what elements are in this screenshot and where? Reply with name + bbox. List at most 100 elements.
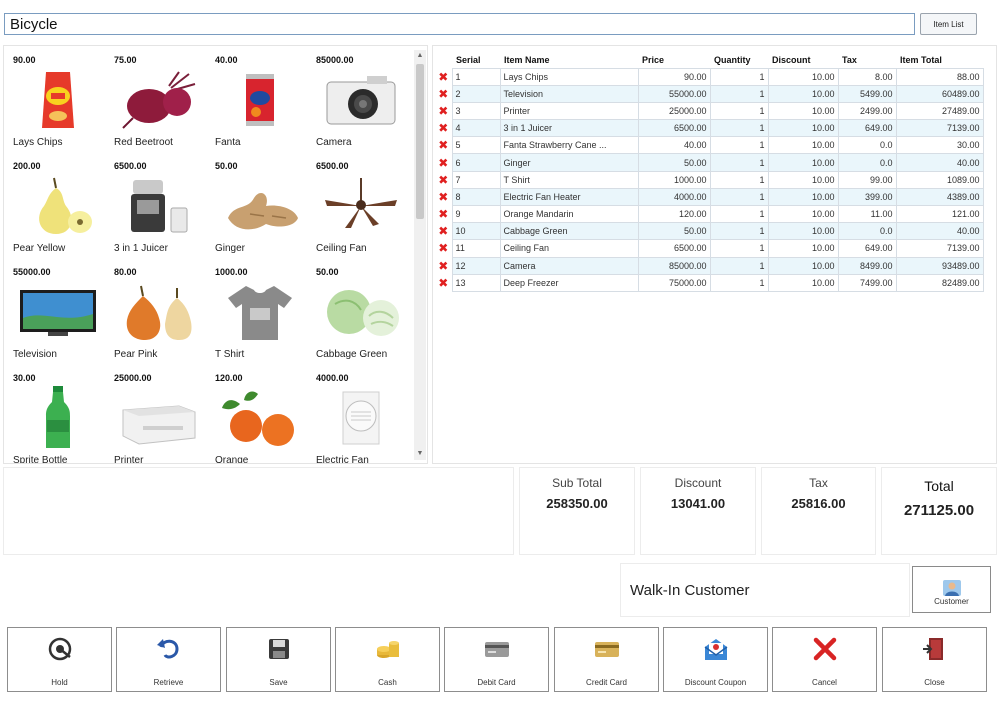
cell-item-name: Electric Fan Heater [499, 187, 639, 207]
cell-price: 50.00 [637, 153, 711, 172]
credit-card-button[interactable]: Credit Card [554, 627, 659, 692]
table-row[interactable]: ✖ 11 Ceiling Fan 6500.00 1 10.00 649.00 7139.00 [435, 239, 984, 258]
retrieve-button[interactable]: Retrieve [116, 627, 221, 692]
delete-row-icon[interactable]: ✖ [438, 207, 448, 221]
product-tile[interactable]: 55000.00 Television [8, 262, 108, 366]
delete-row-icon[interactable]: ✖ [438, 173, 448, 187]
table-row[interactable]: ✖ 12 Camera 85000.00 1 10.00 8499.00 93489.00 [435, 256, 984, 275]
cell-serial: 4 [451, 119, 501, 138]
table-row[interactable]: ✖ 9 Orange Mandarin 120.00 1 10.00 11.00 121.00 [435, 204, 984, 224]
delete-row-icon[interactable]: ✖ [438, 138, 448, 152]
product-tile[interactable]: 25000.00 Printer [109, 368, 209, 463]
table-row[interactable]: ✖ 13 Deep Freezer 75000.00 1 10.00 7499.00 8248… [435, 273, 984, 292]
cancel-button[interactable]: Cancel [772, 627, 877, 692]
delete-row-icon[interactable]: ✖ [438, 224, 448, 238]
product-tile[interactable]: 75.00 Red Beetroot [109, 50, 209, 154]
cell-quantity: 1 [709, 256, 769, 275]
table-row[interactable]: ✖ 3 Printer 25000.00 1 10.00 2499.00 27489.00 [435, 101, 984, 121]
soda-can-icon [246, 74, 274, 126]
delete-cell: ✖ [435, 188, 452, 206]
cell-price: 6500.00 [637, 239, 711, 258]
beetroot-icon [122, 71, 196, 129]
search-input[interactable] [4, 13, 915, 35]
delete-row-icon[interactable]: ✖ [438, 190, 448, 204]
delete-row-icon[interactable]: ✖ [438, 70, 448, 84]
cell-item-total: 121.00 [895, 204, 984, 224]
cell-item-total: 82489.00 [895, 273, 984, 292]
delete-row-icon[interactable]: ✖ [438, 241, 448, 255]
product-tile[interactable]: 30.00 Sprite Bottle [8, 368, 108, 463]
cell-serial: 3 [451, 101, 501, 121]
delete-row-icon[interactable]: ✖ [438, 156, 448, 170]
debit-card-button[interactable]: Debit Card [444, 627, 549, 692]
product-price: 40.00 [215, 55, 238, 65]
order-panel: Serial Item Name Price Quantity Discount… [432, 45, 997, 464]
table-row[interactable]: ✖ 5 Fanta Strawberry Cane ... 40.00 1 10.00 0.… [435, 136, 984, 155]
cell-item-name: Lays Chips [499, 67, 639, 86]
product-tile[interactable]: 120.00 Orange [210, 368, 310, 464]
save-button[interactable]: Save [226, 627, 331, 692]
cell-serial: 10 [451, 222, 501, 241]
delete-cell: ✖ [435, 153, 452, 172]
delete-row-icon[interactable]: ✖ [438, 87, 448, 101]
item-list-button[interactable]: Item List [920, 13, 977, 35]
cell-serial: 11 [451, 239, 501, 258]
product-tile[interactable]: 50.00 Ginger [210, 156, 310, 260]
column-header-quantity: Quantity [714, 54, 751, 65]
column-header-delete [435, 52, 452, 68]
electric-fan-icon [342, 391, 380, 445]
table-row[interactable]: ✖ 8 Electric Fan Heater 4000.00 1 10.00 399.00… [435, 187, 984, 207]
product-tile[interactable]: 90.00 Lays Chips [8, 50, 108, 154]
cell-tax: 99.00 [837, 170, 897, 189]
retrieve-icon [156, 639, 179, 659]
product-tile[interactable]: 1000.00 T Shirt [210, 262, 310, 366]
product-tile[interactable]: 50.00 Cabbage Green [311, 262, 411, 366]
scroll-thumb[interactable] [416, 64, 424, 219]
product-tile[interactable]: 4000.00 Electric Fan [311, 368, 411, 463]
cell-item-name: T Shirt [499, 170, 639, 189]
product-name: Orange [215, 455, 249, 464]
close-button[interactable]: Close [882, 627, 987, 692]
delete-row-icon[interactable]: ✖ [438, 276, 448, 290]
product-tile[interactable]: 6500.00 3 in 1 Juicer [109, 156, 209, 260]
product-tile[interactable]: 85000.00 Camera [311, 50, 411, 154]
product-tile[interactable]: 40.00 Fanta [210, 50, 310, 154]
product-tile[interactable]: 6500.00 Ceiling Fan [311, 156, 411, 260]
cell-tax: 399.00 [837, 187, 897, 207]
product-price: 120.00 [215, 373, 243, 383]
scroll-down-arrow-icon[interactable]: ▼ [414, 448, 426, 460]
delete-cell: ✖ [435, 68, 452, 86]
cell-tax: 0.0 [837, 136, 897, 155]
table-row[interactable]: ✖ 6 Ginger 50.00 1 10.00 0.0 40.00 [435, 153, 984, 172]
retrieve-label: Retrieve [153, 678, 184, 687]
product-tile[interactable]: 200.00 Pear Yellow [8, 156, 108, 260]
cell-serial: 5 [451, 136, 501, 155]
table-row[interactable]: ✖ 2 Television 55000.00 1 10.00 5499.00 60489.0… [435, 84, 984, 103]
delete-row-icon[interactable]: ✖ [438, 121, 448, 135]
cell-discount: 10.00 [767, 256, 839, 275]
hold-button[interactable]: Hold [7, 627, 112, 692]
printer-icon [122, 405, 196, 445]
cash-button[interactable]: Cash [335, 627, 440, 692]
delete-row-icon[interactable]: ✖ [438, 259, 448, 273]
product-scrollbar[interactable]: ▲ ▼ [414, 50, 426, 460]
customer-button-label: Customer [934, 596, 969, 606]
product-name: Ginger [215, 243, 246, 254]
cell-item-total: 7139.00 [895, 119, 984, 138]
product-tile[interactable]: 80.00 Pear Pink [109, 262, 209, 366]
order-table-header: Serial Item Name Price Quantity Discount… [435, 52, 983, 68]
cell-quantity: 1 [709, 67, 769, 86]
cell-quantity: 1 [709, 153, 769, 172]
table-row[interactable]: ✖ 7 T Shirt 1000.00 1 10.00 99.00 1089.00 [435, 170, 984, 189]
discount-coupon-button[interactable]: Discount Coupon [663, 627, 768, 692]
customer-button[interactable]: Customer [912, 566, 991, 613]
table-row[interactable]: ✖ 4 3 in 1 Juicer 6500.00 1 10.00 649.00 7139.0… [435, 119, 984, 138]
delete-cell: ✖ [435, 85, 452, 103]
delete-row-icon[interactable]: ✖ [438, 104, 448, 118]
table-row[interactable]: ✖ 1 Lays Chips 90.00 1 10.00 8.00 88.00 [435, 67, 984, 86]
cell-quantity: 1 [709, 119, 769, 138]
scroll-up-arrow-icon[interactable]: ▲ [414, 50, 426, 62]
save-label: Save [269, 678, 288, 687]
cell-discount: 10.00 [767, 273, 839, 292]
table-row[interactable]: ✖ 10 Cabbage Green 50.00 1 10.00 0.0 40.00 [435, 222, 984, 241]
